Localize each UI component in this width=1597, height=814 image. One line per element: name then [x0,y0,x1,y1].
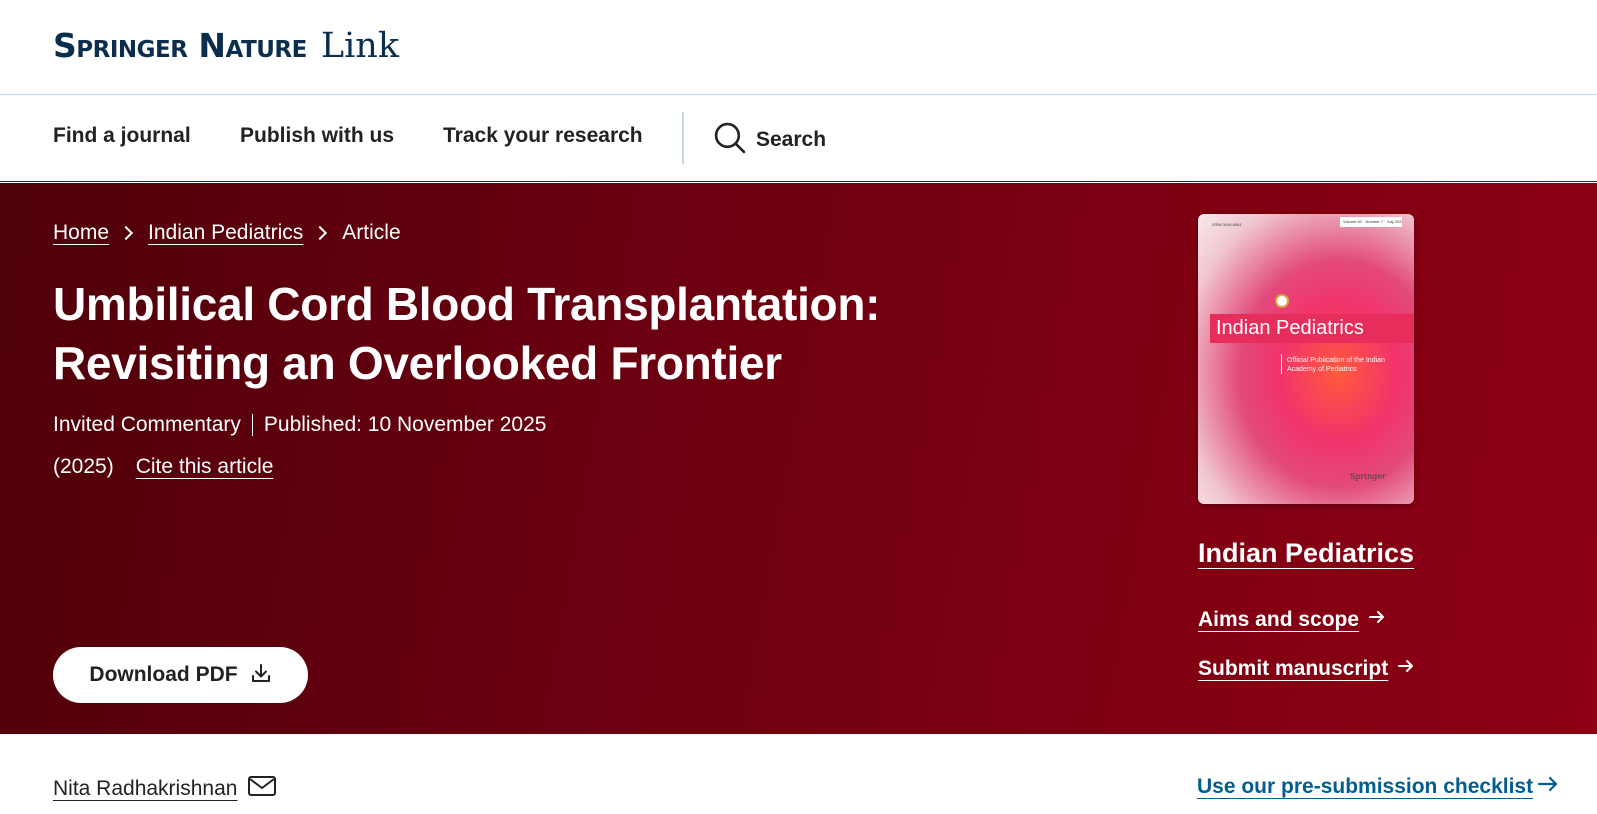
pre-submission-checklist-label: Use our pre-submission checklist [1197,774,1534,798]
main-navigation: Find a journal Publish with us Track you… [0,96,1597,182]
search-label: Search [756,128,827,151]
search-button[interactable]: Search [713,121,826,159]
academy-emblem-icon [1275,294,1289,308]
article-title-line2: Revisiting an Overlooked Frontier [53,337,782,389]
breadcrumb-journal[interactable]: Indian Pediatrics [148,221,303,245]
breadcrumb-home[interactable]: Home [53,221,109,245]
email-icon[interactable] [237,774,277,803]
cover-volume: Volume 62 · Number 7 · July 2025 [1340,217,1402,227]
download-pdf-label: Download PDF [89,663,238,686]
nav-track-your-research[interactable]: Track your research [443,124,643,148]
pre-submission-checklist-link[interactable]: Use our pre-submission checklist [1197,773,1559,800]
cover-subtitle: Official Publication of the Indian Acade… [1287,357,1385,373]
chevron-right-icon [118,225,134,241]
cover-rule [1281,354,1282,374]
published-date: Published: 10 November 2025 [263,413,547,436]
download-pdf-button[interactable]: Download PDF [53,647,308,703]
cite-this-article-link[interactable]: Cite this article [136,455,274,479]
breadcrumb-current: Article [342,221,401,244]
arrow-right-icon [1533,773,1559,800]
article-title: Umbilical Cord Blood Transplantation: Re… [53,275,1053,393]
cover-issn: ISSN 0019-6061 [1212,222,1242,227]
springer-nature-link-logo[interactable]: Springer Nature Link [53,26,399,66]
chevron-right-icon [313,225,328,241]
article-year: (2025) [53,455,114,478]
aims-and-scope-link[interactable]: Aims and scope [1198,608,1386,632]
meta-divider [251,414,253,436]
article-type: Invited Commentary [53,413,241,436]
search-icon [713,121,746,159]
author-name-link[interactable]: Nita Radhakrishnan [53,777,237,801]
breadcrumb: Home Indian Pediatrics Article [53,221,401,245]
journal-name-link[interactable]: Indian Pediatrics [1198,538,1414,569]
aims-and-scope-label: Aims and scope [1198,608,1360,631]
arrow-right-icon [1388,657,1415,681]
nav-publish-with-us[interactable]: Publish with us [240,124,394,148]
cover-publisher: Springer [1350,472,1386,481]
cover-title: Indian Pediatrics [1216,317,1364,339]
journal-cover-image[interactable]: ISSN 0019-6061 Volume 62 · Number 7 · Ju… [1198,214,1414,504]
download-icon [238,662,272,689]
article-meta: Invited Commentary Published: 10 Novembe… [53,413,546,437]
logo-wordmark: Springer Nature [53,26,307,65]
nav-divider [682,112,684,164]
article-hero: Home Indian Pediatrics Article Umbilical… [0,183,1597,734]
nav-find-a-journal[interactable]: Find a journal [53,124,191,148]
article-title-line1: Umbilical Cord Blood Transplantation: [53,278,881,330]
author-row: Nita Radhakrishnan [53,774,277,803]
submit-manuscript-label: Submit manuscript [1198,657,1389,680]
submit-manuscript-link[interactable]: Submit manuscript [1198,657,1415,681]
arrow-right-icon [1359,608,1386,632]
article-citation-row: (2025) Cite this article [53,455,273,479]
logo-product: Link [320,26,400,66]
brand-header: Springer Nature Link [0,0,1597,95]
